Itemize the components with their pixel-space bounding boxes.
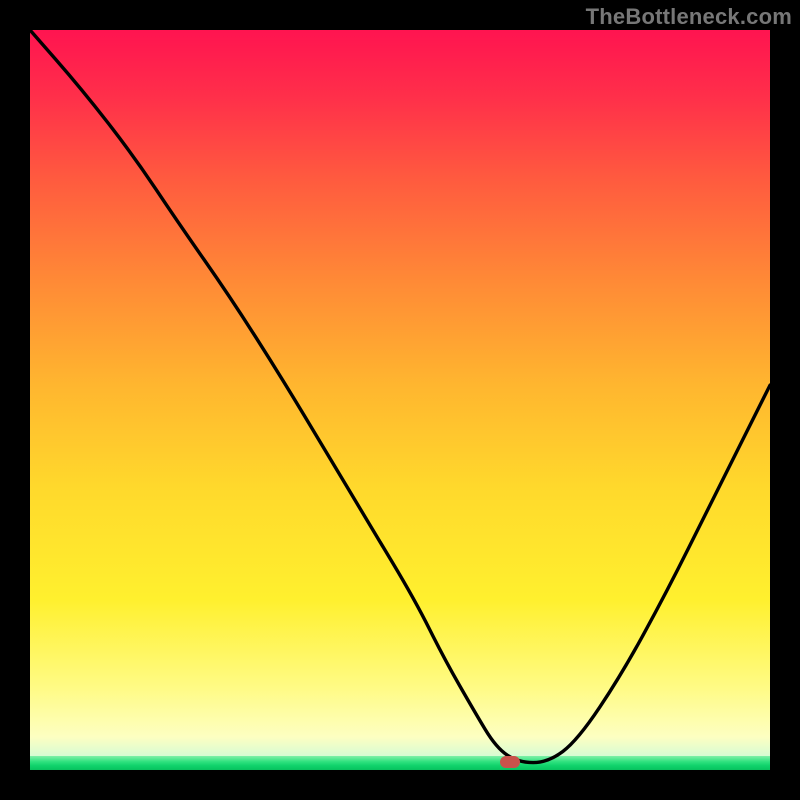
watermark-text: TheBottleneck.com [586, 4, 792, 30]
optimum-marker [500, 756, 520, 768]
chart-stage: TheBottleneck.com [0, 0, 800, 800]
plot-area [30, 30, 770, 770]
bottleneck-curve [30, 30, 770, 770]
